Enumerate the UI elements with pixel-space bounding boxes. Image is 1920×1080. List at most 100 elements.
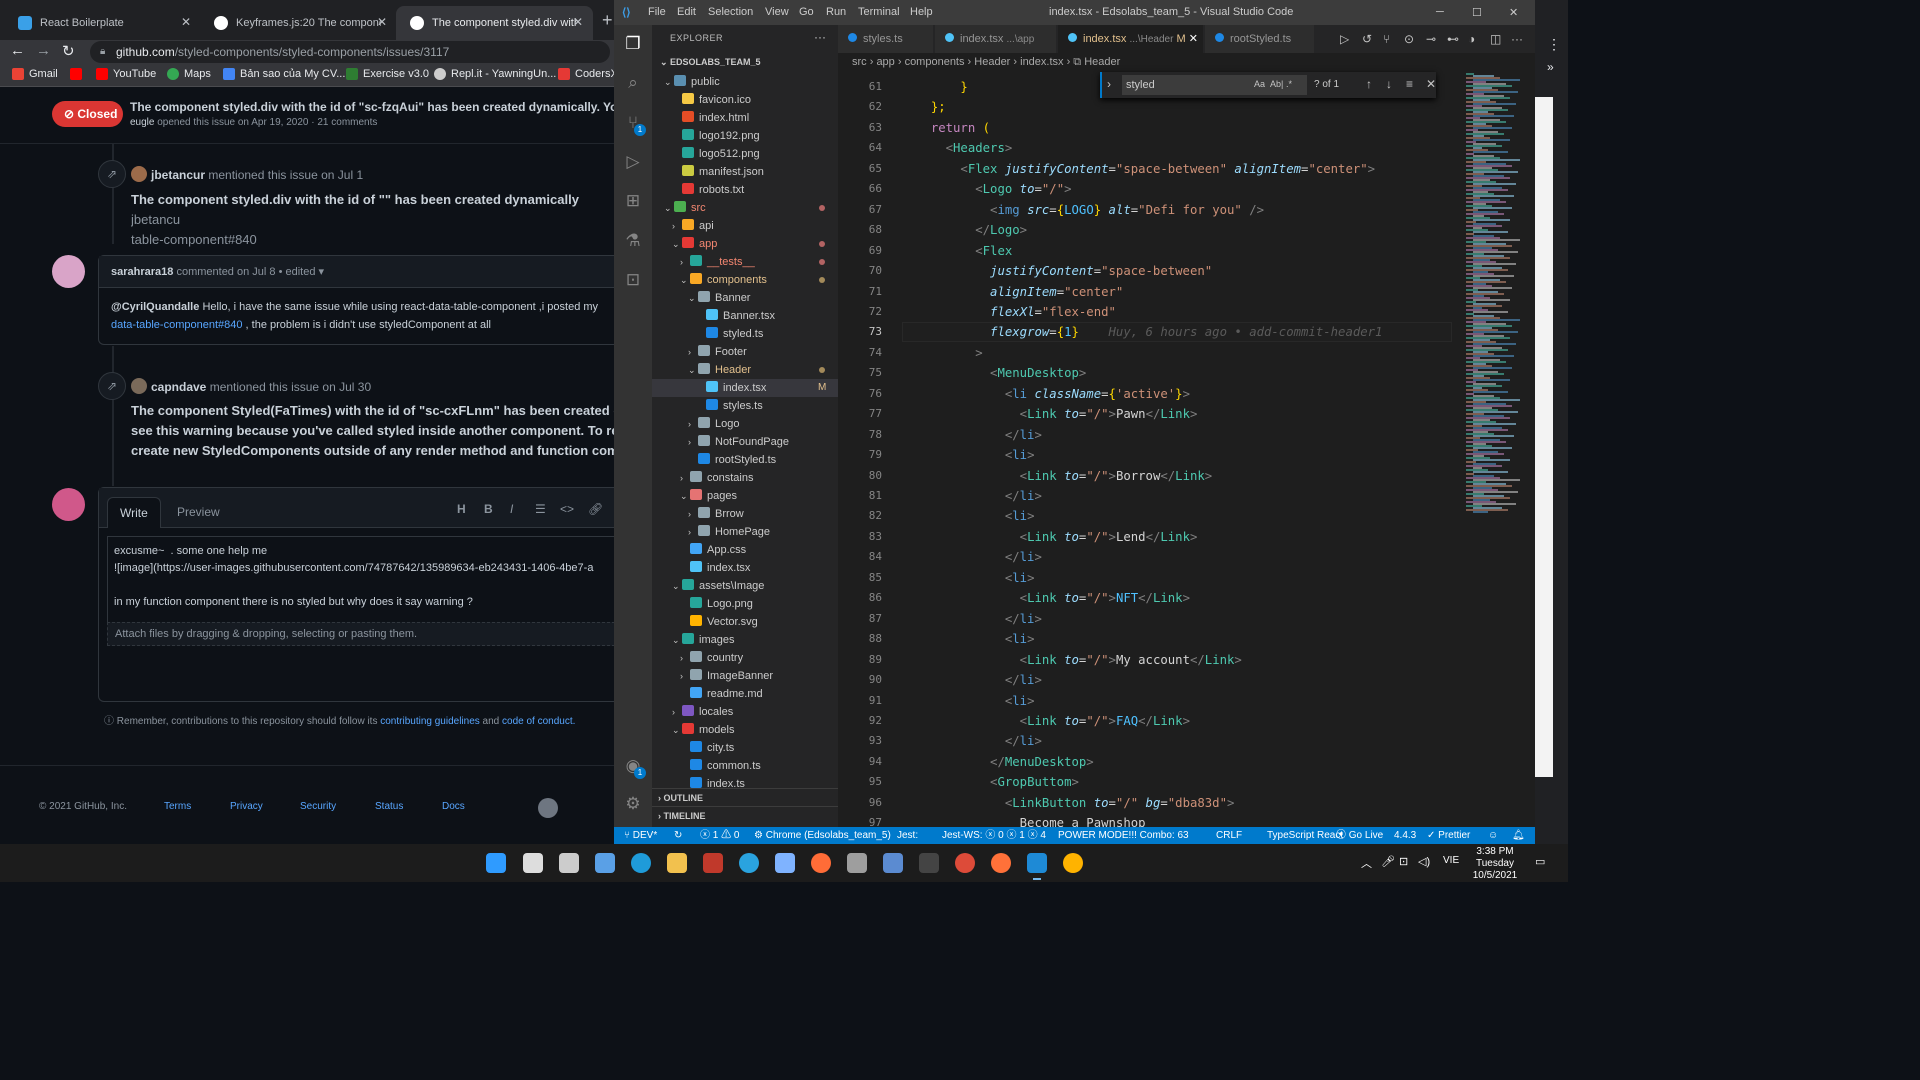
- menu-run[interactable]: Run: [826, 6, 846, 18]
- taskbar-start-icon[interactable]: [486, 853, 506, 873]
- match-case-toggle[interactable]: Aa: [1254, 79, 1265, 89]
- tree-item[interactable]: › locales: [652, 703, 838, 721]
- code-line[interactable]: };: [916, 97, 946, 117]
- taskbar-weather-icon[interactable]: [1063, 853, 1083, 873]
- tree-item[interactable]: › NotFoundPage: [652, 433, 838, 451]
- git-icon[interactable]: ⊙: [1404, 32, 1414, 46]
- menu-terminal[interactable]: Terminal: [858, 6, 900, 18]
- tree-item[interactable]: › __tests__: [652, 253, 838, 271]
- tree-item[interactable]: favicon.ico: [652, 91, 838, 109]
- bookmark-youtube-icon-only[interactable]: [70, 68, 82, 80]
- github-logo-icon[interactable]: [538, 798, 558, 818]
- event-user[interactable]: jbetancur: [151, 168, 205, 182]
- tab-preview[interactable]: Preview: [165, 497, 232, 528]
- microphone-icon[interactable]: 🎤︎: [1381, 855, 1395, 868]
- breadcrumb[interactable]: src › app › components › Header › index.…: [838, 53, 1535, 71]
- menu-go[interactable]: Go: [799, 6, 814, 18]
- link-icon[interactable]: 🔗︎: [588, 502, 603, 516]
- language-mode[interactable]: TypeScript React: [1267, 827, 1343, 844]
- chevron-right-icon[interactable]: ›: [1107, 77, 1111, 91]
- editor-tab-index-header[interactable]: index.tsx ...\Header M ✕: [1058, 25, 1204, 53]
- tree-item[interactable]: ⌄ pages: [652, 487, 838, 505]
- code-line[interactable]: <li>: [916, 568, 1035, 588]
- eol-indicator[interactable]: CRLF: [1216, 827, 1242, 844]
- tree-item[interactable]: ⌄ models: [652, 721, 838, 739]
- address-bar[interactable]: 🔒︎ github.com/styled-components/styled-c…: [90, 41, 610, 63]
- tree-item[interactable]: ⌄ app: [652, 235, 838, 253]
- avatar[interactable]: [52, 255, 85, 288]
- tree-item[interactable]: index.tsx M: [652, 379, 838, 397]
- footer-link-docs[interactable]: Docs: [442, 801, 465, 812]
- code-line[interactable]: </li>: [916, 486, 1042, 506]
- menu-view[interactable]: View: [765, 6, 789, 18]
- remote-explorer-icon[interactable]: ⊡: [622, 269, 644, 291]
- split-editor-icon[interactable]: ◫: [1490, 32, 1501, 46]
- tree-item[interactable]: › ImageBanner: [652, 667, 838, 685]
- explorer-icon[interactable]: ❐: [622, 33, 644, 55]
- system-clock[interactable]: 3:38 PM Tuesday 10/5/2021: [1470, 846, 1520, 882]
- editor-tab-index-app[interactable]: index.tsx ...\app: [935, 25, 1057, 53]
- taskbar-firefox-icon[interactable]: [991, 853, 1011, 873]
- issue-link[interactable]: data-table-component#840: [111, 319, 242, 331]
- language-indicator[interactable]: VIE: [1443, 855, 1459, 866]
- project-root[interactable]: ⌄ EDSOLABS_TEAM_5: [652, 55, 838, 70]
- code-line[interactable]: <Link to="/">Pawn</Link>: [916, 404, 1198, 424]
- tree-item[interactable]: Logo.png: [652, 595, 838, 613]
- code-line[interactable]: return (: [916, 118, 990, 138]
- code-line[interactable]: <Link to="/">My account</Link>: [916, 650, 1242, 670]
- tree-item[interactable]: Vector.svg: [652, 613, 838, 631]
- tab-write[interactable]: Write: [107, 497, 161, 528]
- code-line[interactable]: <li>: [916, 629, 1035, 649]
- close-icon[interactable]: ✕: [377, 15, 387, 29]
- testing-icon[interactable]: ⚗: [622, 230, 644, 252]
- feedback-icon[interactable]: ☺: [1488, 827, 1498, 844]
- referenced-issue-title[interactable]: The component Styled(FaTimes) with the i…: [131, 401, 614, 461]
- branch-indicator[interactable]: ⑂ DEV*: [624, 827, 657, 844]
- tree-item[interactable]: › Footer: [652, 343, 838, 361]
- taskbar-task-view-icon[interactable]: [559, 853, 579, 873]
- jest-ws-status[interactable]: Jest-WS: ⓧ 0 ⓧ 1 ⓧ 4: [942, 827, 1046, 844]
- code-line[interactable]: <GropButtom>: [916, 772, 1079, 792]
- tree-item[interactable]: › country: [652, 649, 838, 667]
- bookmark-cv[interactable]: Bản sao của My CV...: [223, 68, 345, 80]
- tree-item[interactable]: ⌄ Banner: [652, 289, 838, 307]
- tree-item[interactable]: › api: [652, 217, 838, 235]
- menu-edit[interactable]: Edit: [677, 6, 696, 18]
- bold-icon[interactable]: B: [484, 502, 493, 516]
- next-change-icon[interactable]: ⊷: [1447, 32, 1459, 46]
- code-line[interactable]: <li>: [916, 445, 1035, 465]
- footer-link-terms[interactable]: Terms: [164, 801, 191, 812]
- notification-center-icon[interactable]: ▭: [1535, 855, 1545, 868]
- network-icon[interactable]: ⊡: [1399, 855, 1408, 868]
- chevron-right-icon[interactable]: »: [1547, 60, 1554, 74]
- find-in-selection-icon[interactable]: ≡: [1406, 77, 1413, 91]
- quote-icon[interactable]: ☰: [535, 502, 546, 516]
- menu-help[interactable]: Help: [910, 6, 933, 18]
- code-line[interactable]: <li>: [916, 691, 1035, 711]
- timeline-icon[interactable]: ◑: [1468, 32, 1475, 46]
- taskbar-photos-icon[interactable]: [883, 853, 903, 873]
- bookmark-codersx[interactable]: CodersX: [558, 68, 618, 80]
- code-editor[interactable]: } }; return ( <Headers> <Flex justifyCon…: [902, 71, 1462, 827]
- close-icon[interactable]: ✕: [1189, 33, 1198, 45]
- contributing-guidelines-link[interactable]: contributing guidelines: [380, 716, 480, 727]
- code-line[interactable]: <MenuDesktop>: [916, 363, 1086, 383]
- ts-version[interactable]: 4.4.3: [1394, 827, 1416, 844]
- tree-item[interactable]: ⌄ public: [652, 73, 838, 91]
- timeline-section[interactable]: › TIMELINE: [652, 806, 838, 824]
- close-icon[interactable]: ✕: [181, 15, 191, 29]
- code-line[interactable]: <img src={LOGO} alt="Defi for you" />: [916, 200, 1264, 220]
- code-line[interactable]: alignItem="center": [916, 282, 1123, 302]
- tree-item[interactable]: styles.ts: [652, 397, 838, 415]
- referenced-issue-title[interactable]: The component styled.div with the id of …: [131, 190, 614, 250]
- taskbar-vscode-icon[interactable]: [1027, 853, 1047, 880]
- close-icon[interactable]: ✕: [573, 15, 583, 29]
- code-line[interactable]: >: [916, 343, 982, 363]
- arrow-down-icon[interactable]: ↓: [1386, 77, 1392, 91]
- go-live-button[interactable]: ⦿ Go Live: [1336, 827, 1383, 844]
- footer-link-security[interactable]: Security: [300, 801, 336, 812]
- search-icon[interactable]: ⌕: [622, 72, 644, 94]
- code-line[interactable]: <Link to="/">NFT</Link>: [916, 588, 1190, 608]
- event-user[interactable]: capndave: [151, 380, 206, 394]
- code-line[interactable]: <li className={'active'}>: [916, 384, 1190, 404]
